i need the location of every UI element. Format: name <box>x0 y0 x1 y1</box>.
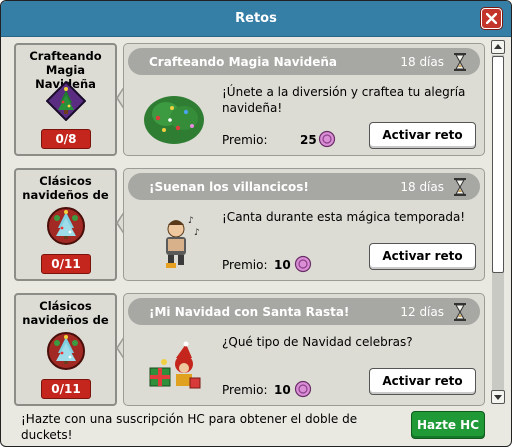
arrow-up-icon <box>494 44 502 49</box>
christmas-shrub-icon <box>144 96 204 144</box>
scroll-up-button[interactable] <box>491 40 505 54</box>
santa-rasta-gifts-icon <box>149 341 201 389</box>
scroll-track[interactable] <box>492 55 504 390</box>
caroling-avatar-icon: ♪ ♪ <box>166 216 200 268</box>
days-remaining: 12 días <box>400 305 444 319</box>
footer: ¡Hazte con una suscripción HC para obten… <box>1 408 511 446</box>
progress-badge: 0/11 <box>41 379 91 399</box>
challenge-description: ¿Qué tipo de Navidad celebras? <box>222 335 413 349</box>
badge-card: Clásicos navideños de 0/11 <box>14 293 117 406</box>
hc-promo-text: ¡Hazte con una suscripción HC para obten… <box>21 412 358 442</box>
badge-title: Clásicos navideños de <box>22 299 109 327</box>
close-icon <box>486 13 497 24</box>
challenge-description: ¡Canta durante esta mágica temporada! <box>222 210 466 224</box>
activate-challenge-button[interactable]: Activar reto <box>369 368 476 395</box>
challenge-card: Crafteando Magia Navideña 18 días ¡Únete… <box>123 43 485 156</box>
get-hc-button[interactable]: Hazte HC <box>411 411 485 439</box>
prize-amount: 10 <box>274 258 291 272</box>
hourglass-icon <box>454 303 466 321</box>
christmas-tree-badge-icon <box>47 207 85 245</box>
title-bar[interactable]: Retos <box>1 1 511 37</box>
days-remaining: 18 días <box>400 55 444 69</box>
hourglass-icon <box>454 53 466 71</box>
challenge-header: Crafteando Magia Navideña 18 días <box>128 48 480 75</box>
challenges-window: Retos Crafteando Magia Navideña <box>0 0 512 447</box>
progress-badge: 0/8 <box>41 129 91 149</box>
challenge-card: ¡Mi Navidad con Santa Rasta! 12 días ¿Qu… <box>123 293 485 406</box>
scroll-thumb[interactable] <box>492 56 504 273</box>
activate-challenge-button[interactable]: Activar reto <box>369 122 476 149</box>
activate-challenge-button[interactable]: Activar reto <box>369 243 476 270</box>
christmas-tree-badge-icon <box>46 81 86 121</box>
hourglass-icon <box>454 178 466 196</box>
challenge-row: Clásicos navideños de 0/11 ¡ <box>1 163 491 283</box>
challenge-title: ¡Mi Navidad con Santa Rasta! <box>149 305 350 319</box>
arrow-down-icon <box>494 395 502 400</box>
challenges-list: Crafteando Magia Navideña 0/8 Crafteando… <box>1 38 511 408</box>
duckets-icon <box>294 255 312 273</box>
scroll-down-button[interactable] <box>491 390 505 404</box>
prize-label: Premio: <box>222 383 268 397</box>
challenge-title: Crafteando Magia Navideña <box>149 55 338 69</box>
challenge-row: Crafteando Magia Navideña 0/8 Crafteando… <box>1 38 491 158</box>
challenge-header: ¡Suenan los villancicos! 18 días <box>128 173 480 200</box>
prize-amount: 10 <box>274 383 291 397</box>
badge-card: Crafteando Magia Navideña 0/8 <box>14 43 117 156</box>
duckets-icon <box>318 130 336 148</box>
window-title: Retos <box>235 11 277 26</box>
svg-text:♪: ♪ <box>194 228 200 238</box>
challenge-description: ¡Únete a la diversión y craftea tu alegr… <box>222 85 466 115</box>
prize-label: Premio: <box>222 258 268 272</box>
prize-label: Premio: <box>222 133 268 147</box>
scrollbar[interactable] <box>491 40 505 405</box>
challenge-header: ¡Mi Navidad con Santa Rasta! 12 días <box>128 298 480 325</box>
christmas-tree-badge-icon <box>47 332 85 370</box>
challenge-title: ¡Suenan los villancicos! <box>149 180 309 194</box>
badge-title: Clásicos navideños de <box>22 174 109 202</box>
svg-text:♪: ♪ <box>188 216 194 226</box>
prize-amount: 25 <box>300 133 317 147</box>
badge-card: Clásicos navideños de 0/11 <box>14 168 117 281</box>
close-button[interactable] <box>481 8 502 29</box>
challenge-row: Clásicos navideños de 0/11 ¡ <box>1 288 491 408</box>
duckets-icon <box>294 380 312 398</box>
days-remaining: 18 días <box>400 180 444 194</box>
progress-badge: 0/11 <box>41 254 91 274</box>
challenge-card: ¡Suenan los villancicos! 18 días ♪ ♪ ¡Ca… <box>123 168 485 281</box>
